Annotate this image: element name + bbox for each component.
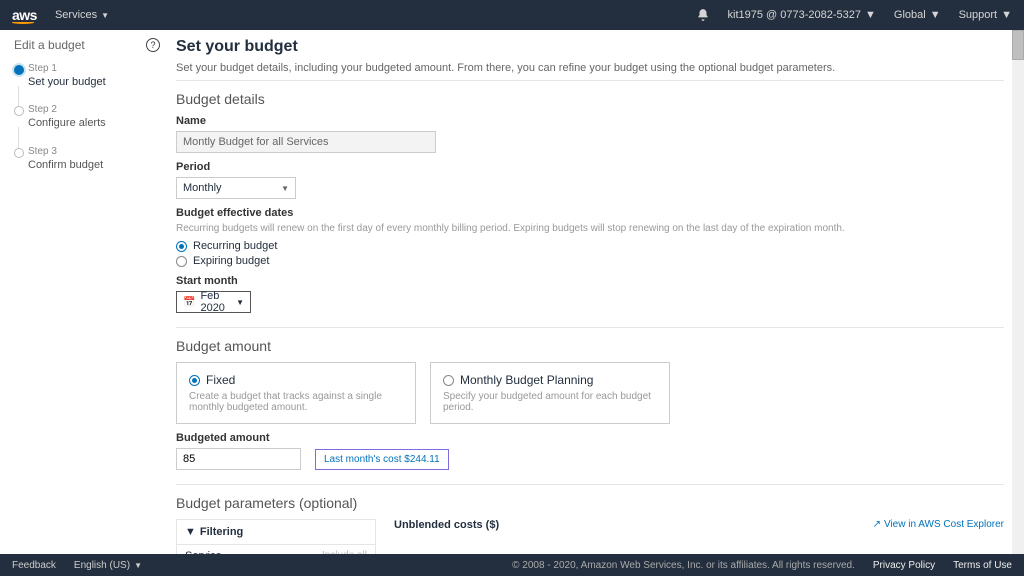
monthly-planning-card[interactable]: Monthly Budget Planning Specify your bud… [430, 362, 670, 424]
start-month-picker[interactable]: 📅 Feb 2020 ▼ [176, 291, 251, 313]
radio-unselected-icon [443, 375, 454, 386]
budget-name-input[interactable] [176, 131, 436, 153]
budgeted-amount-input[interactable] [176, 448, 301, 470]
language-select[interactable]: English (US)▼ [74, 560, 142, 571]
page-subtitle: Set your budget details, including your … [176, 62, 1004, 74]
radio-selected-icon [176, 241, 187, 252]
terms-of-use-link[interactable]: Terms of Use [953, 560, 1012, 571]
expiring-budget-radio[interactable]: Expiring budget [176, 255, 1004, 267]
privacy-policy-link[interactable]: Privacy Policy [873, 560, 935, 571]
view-cost-explorer-link[interactable]: ↗ View in AWS Cost Explorer [873, 519, 1004, 530]
budget-amount-heading: Budget amount [176, 338, 1004, 354]
name-label: Name [176, 115, 1004, 127]
region-menu[interactable]: Global▼ [894, 9, 941, 21]
wizard-step-1[interactable]: Step 1 Set your budget [14, 62, 168, 89]
external-link-icon: ↗ [873, 519, 881, 530]
chevron-down-icon: ▼ [185, 526, 196, 538]
start-month-label: Start month [176, 275, 1004, 287]
chevron-down-icon: ▼ [236, 298, 244, 307]
page-breadcrumb: Edit a budget [14, 38, 168, 52]
scrollbar-thumb[interactable] [1012, 30, 1024, 60]
radio-selected-icon [189, 375, 200, 386]
budget-details-heading: Budget details [176, 91, 1004, 107]
period-label: Period [176, 161, 1004, 173]
budgeted-amount-label: Budgeted amount [176, 432, 1004, 444]
radio-unselected-icon [176, 256, 187, 267]
filter-item-service[interactable]: ServiceInclude all [177, 545, 375, 554]
recurring-budget-radio[interactable]: Recurring budget [176, 240, 1004, 252]
services-menu[interactable]: Services▼ [55, 9, 109, 21]
wizard-step-2[interactable]: Step 2 Configure alerts [14, 103, 168, 130]
last-month-cost-button[interactable]: Last month's cost $244.11 [315, 449, 449, 470]
aws-logo[interactable]: aws [12, 7, 41, 24]
scrollbar-track[interactable] [1012, 30, 1024, 554]
page-title: Set your budget [176, 38, 1004, 56]
feedback-link[interactable]: Feedback [12, 560, 56, 571]
fixed-budget-card[interactable]: Fixed Create a budget that tracks agains… [176, 362, 416, 424]
effective-dates-hint: Recurring budgets will renew on the firs… [176, 223, 1004, 234]
wizard-step-3[interactable]: Step 3 Confirm budget [14, 145, 168, 172]
support-menu[interactable]: Support▼ [959, 9, 1012, 21]
account-menu[interactable]: kit1975 @ 0773-2082-5327▼ [728, 9, 876, 21]
chevron-down-icon: ▼ [281, 184, 289, 193]
period-select[interactable]: Monthly ▼ [176, 177, 296, 199]
cost-chart: 150200250 [394, 537, 1004, 554]
notifications-icon[interactable] [696, 8, 710, 22]
help-icon[interactable]: ? [146, 38, 160, 52]
effective-dates-label: Budget effective dates [176, 207, 1004, 219]
filtering-header[interactable]: ▼ Filtering [177, 520, 375, 545]
budget-params-heading: Budget parameters (optional) [176, 495, 1004, 511]
calendar-icon: 📅 [183, 297, 195, 308]
copyright-text: © 2008 - 2020, Amazon Web Services, Inc.… [512, 560, 855, 571]
